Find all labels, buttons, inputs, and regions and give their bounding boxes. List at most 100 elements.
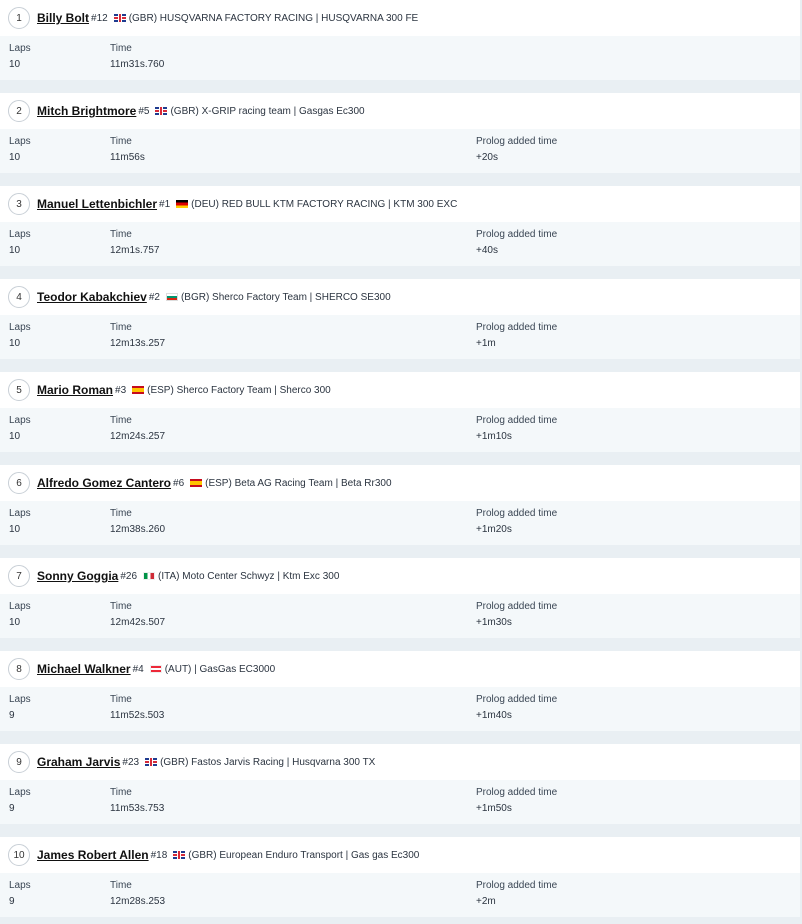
entry-divider xyxy=(0,545,800,551)
team-info: (DEU) RED BULL KTM FACTORY RACING | KTM … xyxy=(191,198,458,210)
rider-number: #12 xyxy=(91,12,108,24)
time-value: 11m31s.760 xyxy=(110,59,165,70)
laps-label: Laps xyxy=(9,43,31,54)
position-badge: 6 xyxy=(8,472,30,494)
result-stats: Laps 10 Time 12m1s.757 Prolog added time… xyxy=(0,222,800,266)
laps-label: Laps xyxy=(9,322,31,333)
position-badge: 7 xyxy=(8,565,30,587)
result-entry: 3 Manuel Lettenbichler #1 (DEU) RED BULL… xyxy=(0,186,800,272)
rider-line: Manuel Lettenbichler #1 (DEU) RED BULL K… xyxy=(37,197,457,211)
team-info: (AUT) | GasGas EC3000 xyxy=(164,663,276,675)
time-label: Time xyxy=(110,136,132,147)
laps-value: 10 xyxy=(9,617,21,628)
team-info: (BGR) Sherco Factory Team | SHERCO SE300 xyxy=(180,291,391,303)
result-stats: Laps 9 Time 11m52s.503 Prolog added time… xyxy=(0,687,800,731)
laps-label: Laps xyxy=(9,694,31,705)
rider-name-link[interactable]: Manuel Lettenbichler xyxy=(37,197,157,211)
time-label: Time xyxy=(110,229,132,240)
team-info: (ESP) Sherco Factory Team | Sherco 300 xyxy=(147,384,331,396)
prolog-value: +2m xyxy=(476,896,496,907)
gbr-flag-icon xyxy=(155,107,168,115)
prolog-value: +1m20s xyxy=(476,524,512,535)
result-stats: Laps 9 Time 12m28s.253 Prolog added time… xyxy=(0,873,800,917)
prolog-value: +40s xyxy=(476,245,498,256)
result-stats: Laps 9 Time 11m53s.753 Prolog added time… xyxy=(0,780,800,824)
laps-label: Laps xyxy=(9,601,31,612)
rider-name-link[interactable]: Mario Roman xyxy=(37,383,113,397)
time-value: 12m42s.507 xyxy=(110,617,166,628)
result-entry: 2 Mitch Brightmore #5 (GBR) X-GRIP racin… xyxy=(0,93,800,179)
team-info: (GBR) European Enduro Transport | Gas ga… xyxy=(188,849,420,861)
time-label: Time xyxy=(110,787,132,798)
time-label: Time xyxy=(110,43,132,54)
entry-divider xyxy=(0,731,800,737)
laps-value: 10 xyxy=(9,59,21,70)
time-label: Time xyxy=(110,694,132,705)
time-label: Time xyxy=(110,880,132,891)
rider-name-link[interactable]: Alfredo Gomez Cantero xyxy=(37,476,171,490)
position-badge: 3 xyxy=(8,193,30,215)
gbr-flag-icon xyxy=(113,14,126,22)
result-entry: 7 Sonny Goggia #26 (ITA) Moto Center Sch… xyxy=(0,558,800,644)
time-value: 11m56s xyxy=(110,152,145,163)
rider-name-link[interactable]: Sonny Goggia xyxy=(37,569,118,583)
laps-label: Laps xyxy=(9,229,31,240)
position-badge: 4 xyxy=(8,286,30,308)
rider-name-link[interactable]: James Robert Allen xyxy=(37,848,149,862)
result-entry: 8 Michael Walkner #4 (AUT) | GasGas EC30… xyxy=(0,651,800,737)
time-label: Time xyxy=(110,508,132,519)
result-header: 1 Billy Bolt #12 (GBR) HUSQVARNA FACTORY… xyxy=(0,0,800,36)
entry-divider xyxy=(0,638,800,644)
time-value: 11m52s.503 xyxy=(110,710,165,721)
time-value: 12m28s.253 xyxy=(110,896,166,907)
laps-value: 10 xyxy=(9,245,21,256)
rider-name-link[interactable]: Teodor Kabakchiev xyxy=(37,290,147,304)
laps-value: 9 xyxy=(9,710,15,721)
rider-number: #26 xyxy=(120,570,138,582)
result-entry: 1 Billy Bolt #12 (GBR) HUSQVARNA FACTORY… xyxy=(0,0,800,86)
result-header: 5 Mario Roman #3 (ESP) Sherco Factory Te… xyxy=(0,372,800,408)
rider-number: #18 xyxy=(150,849,168,861)
aut-flag-icon xyxy=(149,665,162,673)
time-value: 11m53s.753 xyxy=(110,803,165,814)
rider-line: Mario Roman #3 (ESP) Sherco Factory Team… xyxy=(37,383,331,397)
time-value: 12m13s.257 xyxy=(110,338,166,349)
time-value: 12m1s.757 xyxy=(110,245,160,256)
prolog-label: Prolog added time xyxy=(476,136,558,147)
laps-value: 10 xyxy=(9,524,21,535)
result-entry: 9 Graham Jarvis #23 (GBR) Fastos Jarvis … xyxy=(0,744,800,830)
rider-number: #5 xyxy=(138,105,150,117)
result-header: 2 Mitch Brightmore #5 (GBR) X-GRIP racin… xyxy=(0,93,800,129)
prolog-value: +1m30s xyxy=(476,617,512,628)
prolog-label: Prolog added time xyxy=(476,880,558,891)
result-header: 6 Alfredo Gomez Cantero #6 (ESP) Beta AG… xyxy=(0,465,800,501)
prolog-label: Prolog added time xyxy=(476,322,558,333)
team-info: (ESP) Beta AG Racing Team | Beta Rr300 xyxy=(205,477,392,489)
rider-name-link[interactable]: Mitch Brightmore xyxy=(37,104,136,118)
position-badge: 10 xyxy=(8,844,30,866)
gbr-flag-icon xyxy=(145,758,158,766)
result-header: 8 Michael Walkner #4 (AUT) | GasGas EC30… xyxy=(0,651,800,687)
prolog-label: Prolog added time xyxy=(476,229,558,240)
rider-line: James Robert Allen #18 (GBR) European En… xyxy=(37,848,419,862)
result-stats: Laps 10 Time 11m56s Prolog added time +2… xyxy=(0,129,800,173)
laps-label: Laps xyxy=(9,880,31,891)
position-badge: 9 xyxy=(8,751,30,773)
result-entry: 4 Teodor Kabakchiev #2 (BGR) Sherco Fact… xyxy=(0,279,800,365)
laps-label: Laps xyxy=(9,136,31,147)
rider-line: Sonny Goggia #26 (ITA) Moto Center Schwy… xyxy=(37,569,339,583)
rider-name-link[interactable]: Billy Bolt xyxy=(37,11,89,25)
position-badge: 1 xyxy=(8,7,30,29)
prolog-value: +1m xyxy=(476,338,496,349)
result-stats: Laps 10 Time 12m24s.257 Prolog added tim… xyxy=(0,408,800,452)
result-header: 10 James Robert Allen #18 (GBR) European… xyxy=(0,837,800,873)
rider-name-link[interactable]: Michael Walkner xyxy=(37,662,131,676)
laps-value: 10 xyxy=(9,338,21,349)
time-label: Time xyxy=(110,415,132,426)
rider-line: Alfredo Gomez Cantero #6 (ESP) Beta AG R… xyxy=(37,476,392,490)
position-badge: 2 xyxy=(8,100,30,122)
prolog-label: Prolog added time xyxy=(476,508,558,519)
bgr-flag-icon xyxy=(165,293,178,301)
rider-name-link[interactable]: Graham Jarvis xyxy=(37,755,120,769)
deu-flag-icon xyxy=(176,200,189,208)
